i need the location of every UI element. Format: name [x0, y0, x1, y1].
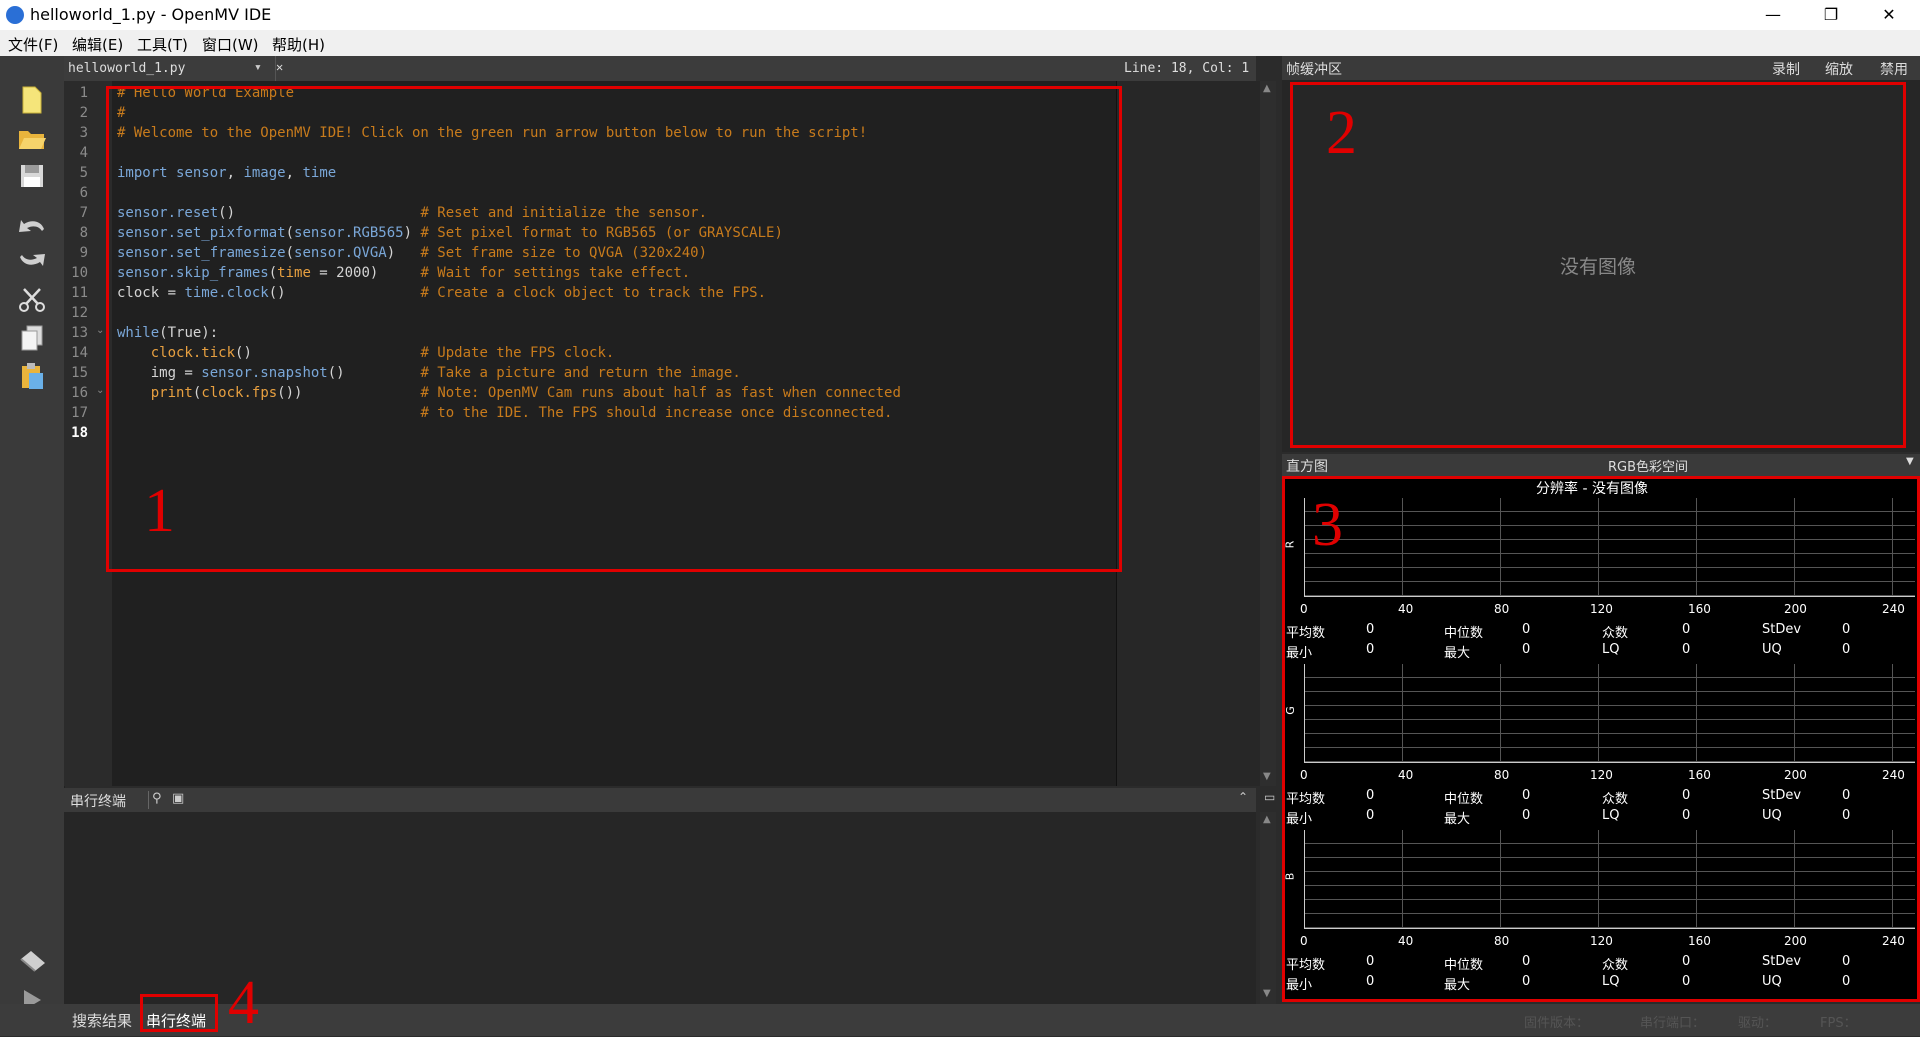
line-number: 7: [79, 205, 88, 221]
line-number: 9: [79, 245, 88, 261]
tab-close-icon[interactable]: ✕: [276, 60, 283, 74]
chevron-down-icon[interactable]: ▼: [1906, 456, 1914, 467]
line-number: 3: [79, 125, 88, 141]
status-firmware: 固件版本：: [1524, 1016, 1590, 1031]
line-number: 14: [71, 345, 88, 361]
cursor-position: Line: 18, Col: 1: [1124, 61, 1250, 76]
zoom-button[interactable]: 缩放: [1825, 59, 1853, 79]
menu-file[interactable]: 文件(F): [8, 34, 58, 55]
scroll-up-icon[interactable]: ▲: [1263, 83, 1271, 94]
maximize-panel-icon[interactable]: ▭: [1264, 790, 1275, 804]
editor-tab-bar: helloworld_1.py ▾ ✕ Line: 18, Col: 1: [64, 56, 1256, 81]
editor-margin: [1117, 81, 1260, 786]
new-file-icon[interactable]: [16, 84, 48, 116]
collapse-icon[interactable]: ⌃: [1238, 790, 1248, 804]
annotation-label-2: 2: [1326, 99, 1357, 167]
line-number: 13: [71, 325, 88, 341]
minimize-button[interactable]: —: [1744, 0, 1802, 30]
cut-icon[interactable]: [16, 284, 48, 316]
copy-icon[interactable]: [16, 322, 48, 354]
status-serial-port[interactable]: 串行端口：: [1640, 1012, 1705, 1031]
line-number: 18: [71, 425, 88, 441]
line-number: 12: [71, 305, 88, 321]
line-number: 10: [71, 265, 88, 281]
redo-icon[interactable]: [16, 246, 48, 278]
histogram-title: 直方图: [1286, 459, 1328, 475]
frame-buffer-header: 帧缓冲区 录制 缩放 禁用: [1282, 56, 1920, 80]
window-title: helloworld_1.py - OpenMV IDE: [30, 5, 272, 24]
line-number: 5: [79, 165, 88, 181]
editor-file-tab[interactable]: helloworld_1.py: [68, 61, 185, 76]
line-number: 8: [79, 225, 88, 241]
disable-button[interactable]: 禁用: [1880, 59, 1908, 79]
annotation-box-1: [106, 86, 1122, 572]
menu-bar: 文件(F) 编辑(E) 工具(T) 窗口(W) 帮助(H): [0, 30, 1920, 56]
annotation-label-3: 3: [1312, 491, 1343, 559]
divider: [148, 791, 149, 809]
annotation-label-1: 1: [144, 477, 175, 545]
line-number-gutter: 1 2 3 4 5 6 7 8 9 10 11 12 13 14 15 16 1…: [64, 81, 112, 786]
menu-window[interactable]: 窗口(W): [202, 34, 259, 55]
paste-icon[interactable]: [16, 360, 48, 392]
line-number: 2: [79, 105, 88, 121]
line-number: 6: [79, 185, 88, 201]
status-fps: FPS：: [1820, 1016, 1857, 1031]
title-bar: helloworld_1.py - OpenMV IDE — ❐ ✕: [0, 0, 1920, 30]
serial-terminal-title: 串行终端: [70, 794, 126, 810]
line-number: 17: [71, 405, 88, 421]
close-button[interactable]: ✕: [1860, 0, 1918, 30]
fold-icon[interactable]: ⌄: [96, 385, 104, 396]
line-number: 15: [71, 365, 88, 381]
undo-icon[interactable]: [16, 208, 48, 240]
line-number: 11: [71, 285, 88, 301]
tab-dropdown-icon[interactable]: ▾: [254, 60, 262, 75]
menu-help[interactable]: 帮助(H): [272, 34, 325, 55]
colorspace-select[interactable]: RGB色彩空间: [1608, 456, 1688, 475]
left-toolbar: [0, 56, 65, 1036]
open-file-icon[interactable]: [16, 122, 48, 154]
annotation-label-4: 4: [228, 969, 259, 1037]
line-number: 4: [79, 145, 88, 161]
scroll-down-icon[interactable]: ▼: [1263, 988, 1271, 999]
editor-scrollbar[interactable]: ▲ ▼: [1260, 81, 1276, 786]
record-button[interactable]: 录制: [1772, 59, 1800, 79]
bottom-bar: 搜索结果 串行终端 固件版本： 串行端口： 驱动： FPS：: [0, 1004, 1920, 1036]
line-number: 1: [79, 85, 88, 101]
save-icon[interactable]: [16, 160, 48, 192]
menu-tools[interactable]: 工具(T): [137, 34, 188, 55]
menu-edit[interactable]: 编辑(E): [72, 34, 123, 55]
scroll-down-icon[interactable]: ▼: [1263, 771, 1271, 782]
openmv-app-icon: [6, 6, 24, 24]
annotation-box-2: [1290, 82, 1906, 448]
histogram-header: 直方图 RGB色彩空间 ▼: [1282, 454, 1920, 476]
status-drive: 驱动：: [1738, 1016, 1778, 1031]
maximize-button[interactable]: ❐: [1802, 0, 1860, 30]
annotation-box-3: [1282, 476, 1920, 1002]
serial-terminal-header: 串行终端 ⚲ ▣ ⌃ ▭: [64, 788, 1275, 812]
scroll-up-icon[interactable]: ▲: [1263, 814, 1271, 825]
frame-buffer-title: 帧缓冲区: [1286, 62, 1342, 78]
line-number: 16: [71, 385, 88, 401]
serial-scrollbar[interactable]: ▲ ▼: [1260, 812, 1276, 1004]
clear-terminal-icon[interactable]: ⚲: [152, 791, 162, 806]
annotation-box-4: [140, 994, 218, 1032]
tab-search-results[interactable]: 搜索结果: [72, 1010, 132, 1031]
connect-icon[interactable]: [16, 946, 48, 978]
fold-icon[interactable]: ⌄: [96, 325, 104, 336]
save-terminal-icon[interactable]: ▣: [172, 791, 184, 806]
